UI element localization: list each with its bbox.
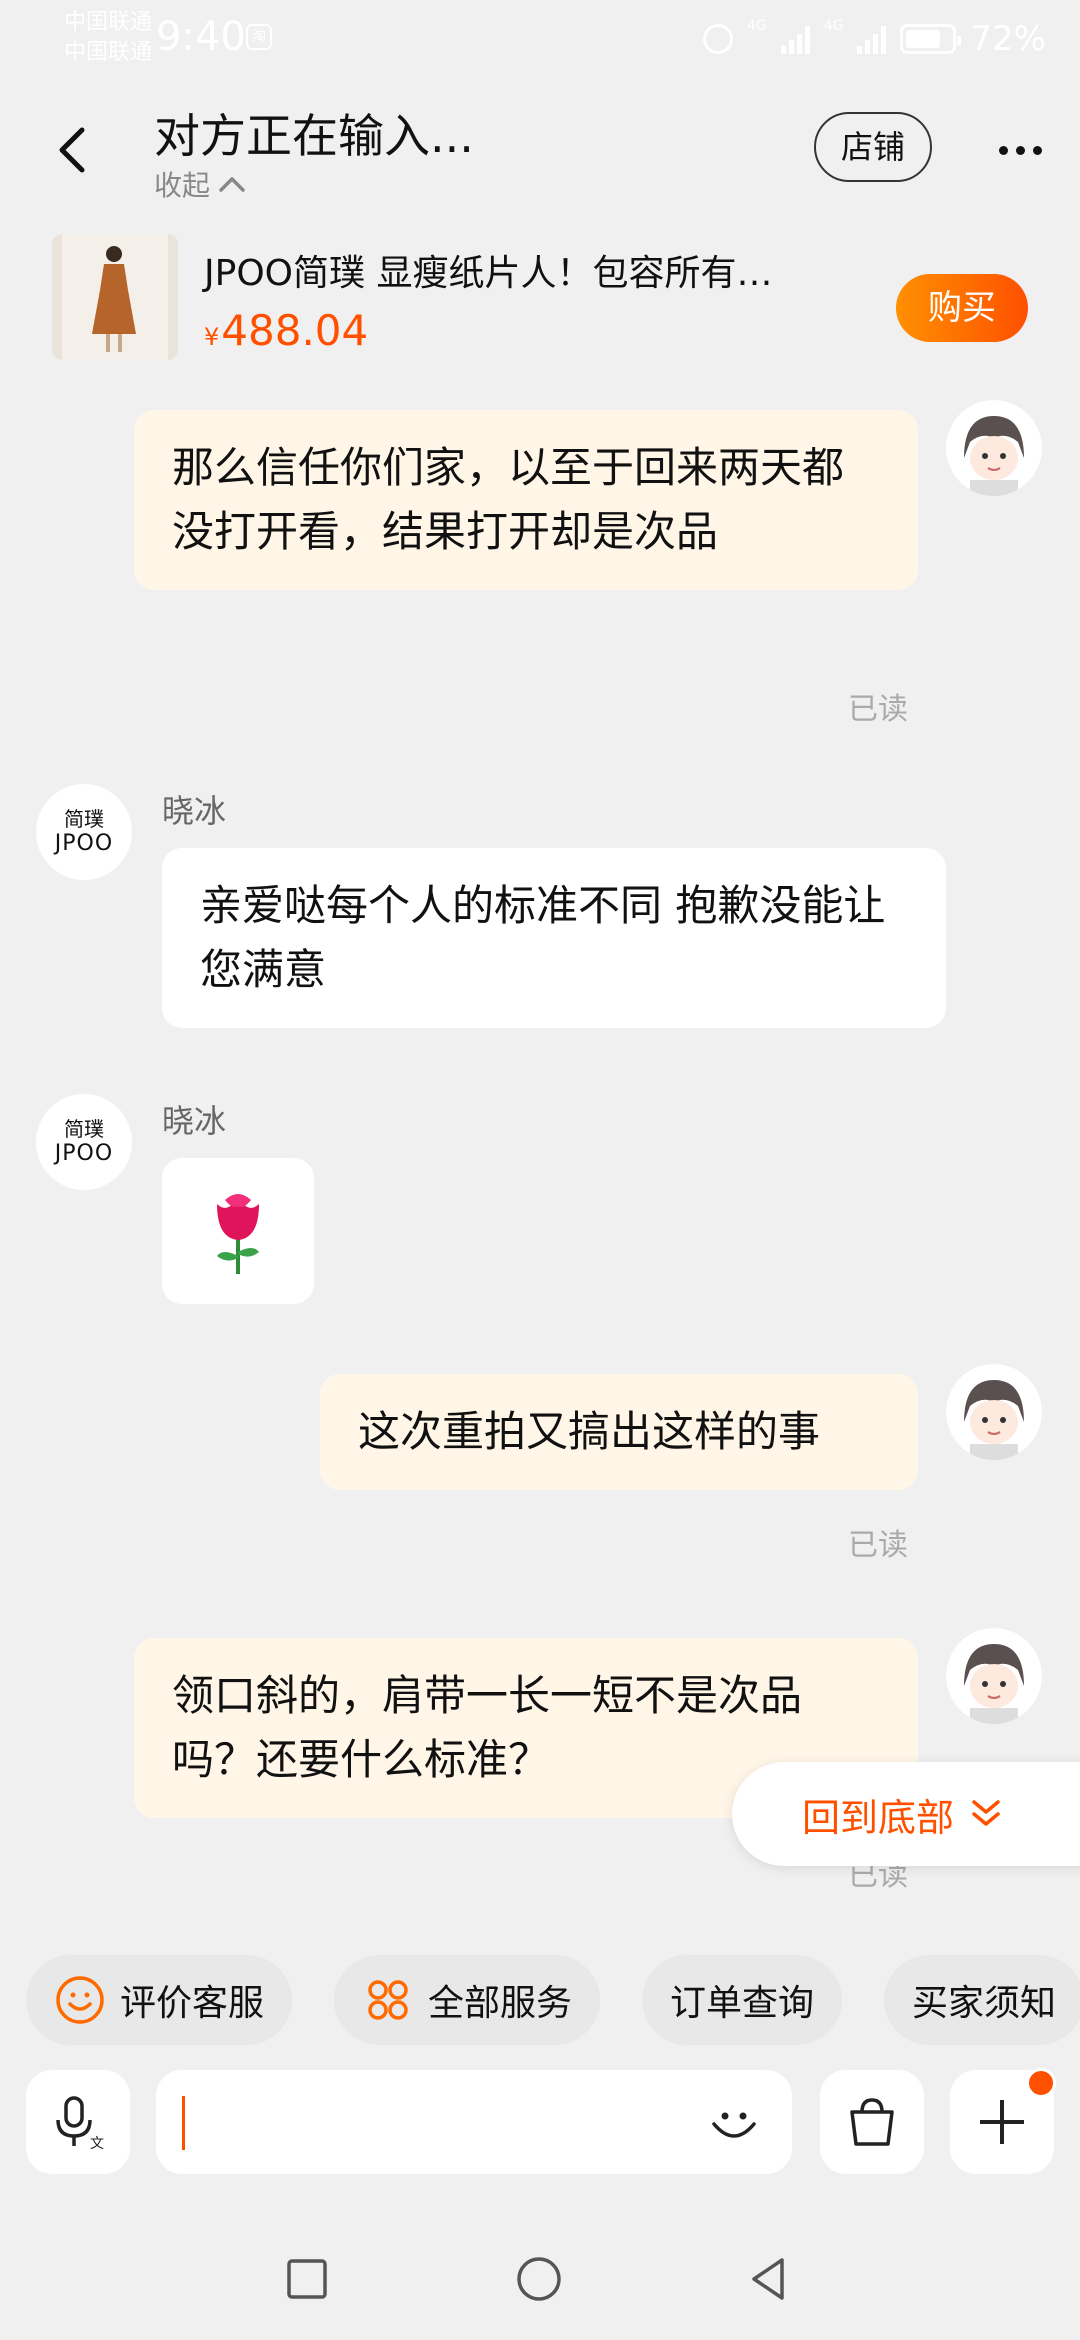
chip-label: 订单查询 (670, 1983, 815, 2024)
chevron-left-icon (59, 127, 85, 173)
taobao-notification-icon: 淘 (246, 24, 272, 50)
all-services-chip[interactable]: 全部服务 (334, 1955, 601, 2045)
collapse-toggle[interactable]: 收起 (154, 164, 246, 204)
more-actions-button[interactable] (950, 2068, 1056, 2174)
chip-label: 全部服务 (428, 1983, 573, 2024)
store-avatar-logo: JPOO (54, 1141, 114, 1166)
user-avatar[interactable] (946, 400, 1042, 496)
user-avatar[interactable] (946, 1628, 1042, 1724)
message-input[interactable] (156, 2070, 792, 2174)
text-caret (182, 2096, 185, 2150)
scroll-to-bottom-label: 回到底部 (802, 1795, 955, 1840)
status-time: 9:40 (156, 14, 246, 60)
signal-icon (780, 24, 810, 54)
back-button[interactable] (44, 120, 104, 180)
plus-icon (980, 2100, 1024, 2144)
rate-service-chip[interactable]: 评价客服 (26, 1955, 293, 2045)
sender-name: 晓冰 (162, 792, 227, 830)
chip-label: 买家须知 (912, 1983, 1057, 2024)
currency-symbol: ¥ (204, 323, 220, 351)
network-type: 4G (746, 18, 767, 34)
read-receipt: 已读 (848, 692, 908, 727)
product-card[interactable]: JPOO简璞 显瘦纸片人！包容所有… ¥ 488.04 购买 (0, 222, 1080, 372)
carrier-label: 中国联通 (64, 10, 153, 35)
carrier-label: 中国联通 (64, 40, 153, 65)
back-nav-icon[interactable] (744, 2254, 794, 2304)
store-avatar-logo: JPOO (54, 831, 114, 856)
price-value: 488.04 (221, 306, 369, 355)
chevron-up-icon (219, 177, 245, 192)
chat-messages[interactable]: 那么信任你们家，以至于回来两天都没打开看，结果打开却是次品 已读 简璞 JPOO… (0, 380, 1080, 1920)
rose-emoji-icon (217, 1194, 259, 1274)
message-bubble-mine[interactable]: 这次重拍又搞出这样的事 (320, 1374, 918, 1490)
svg-text:文: 文 (90, 2136, 104, 2152)
network-type: 4G (823, 18, 844, 34)
more-options-button[interactable] (990, 130, 1050, 170)
voice-input-button[interactable]: 文 (26, 2070, 130, 2174)
store-avatar[interactable]: 简璞 JPOO (36, 784, 132, 880)
recent-apps-icon[interactable] (282, 2254, 332, 2304)
store-avatar-label: 简璞 (64, 807, 104, 831)
battery-icon (900, 24, 962, 54)
product-price: ¥ 488.04 (204, 306, 368, 355)
system-nav-bar (0, 2210, 1080, 2340)
notification-dot (1026, 2068, 1056, 2098)
chat-title: 对方正在输入... (154, 109, 474, 163)
shopping-bag-icon (850, 2098, 894, 2146)
user-avatar[interactable] (946, 1364, 1042, 1460)
message-bubble-store[interactable]: 亲爱哒每个人的标准不同 抱歉没能让您满意 (162, 848, 946, 1028)
quick-services-bar: 评价客服 全部服务 订单查询 买家须知 (0, 1955, 1080, 2045)
product-title: JPOO简璞 显瘦纸片人！包容所有… (204, 253, 773, 294)
shopping-bag-button[interactable] (820, 2070, 924, 2174)
alarm-icon (702, 24, 733, 54)
sender-name: 晓冰 (162, 1102, 227, 1140)
battery-percent: 72% (970, 19, 1046, 59)
read-receipt: 已读 (848, 1528, 908, 1563)
store-avatar-label: 简璞 (64, 1117, 104, 1141)
product-thumbnail[interactable] (52, 234, 178, 360)
buyer-notice-chip[interactable]: 买家须知 (884, 1955, 1080, 2045)
buy-button[interactable]: 购买 (896, 274, 1028, 342)
message-bubble-store[interactable] (162, 1158, 314, 1304)
grid-icon (368, 1980, 408, 2020)
chip-label: 评价客服 (120, 1983, 265, 2024)
store-avatar[interactable]: 简璞 JPOO (36, 1094, 132, 1190)
collapse-label: 收起 (154, 169, 211, 202)
input-bar: 文 (0, 2068, 1080, 2178)
signal-icon (857, 24, 887, 54)
chat-header: 对方正在输入... 收起 店铺 (0, 80, 1080, 210)
message-bubble-mine[interactable]: 那么信任你们家，以至于回来两天都没打开看，结果打开却是次品 (134, 410, 918, 590)
scroll-to-bottom-button[interactable]: 回到底部 (732, 1762, 1080, 1866)
double-chevron-down-icon (972, 1800, 1000, 1826)
home-icon[interactable] (514, 2254, 564, 2304)
emoji-icon[interactable] (704, 2092, 764, 2152)
status-bar: 中国联通 中国联通 9:40 淘 4G 4G 72% (0, 0, 1080, 80)
order-query-chip[interactable]: 订单查询 (642, 1955, 843, 2045)
microphone-icon: 文 (56, 2096, 104, 2152)
store-button[interactable]: 店铺 (814, 112, 932, 182)
smiley-icon (56, 1976, 104, 2024)
